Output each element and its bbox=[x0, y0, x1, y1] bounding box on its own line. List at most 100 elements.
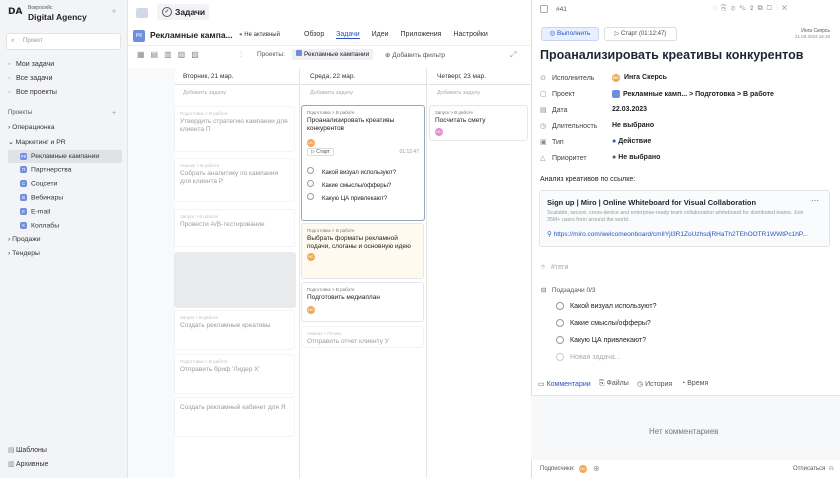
tree-item-operations[interactable]: › Операционка bbox=[8, 124, 55, 131]
link-url[interactable]: ⚲ https://miro.com/welcomeonboard/cmlIYj… bbox=[547, 230, 827, 238]
priority-value[interactable]: ● Не выбрано bbox=[612, 154, 660, 161]
tag-icon: ⌾ bbox=[541, 264, 546, 271]
task-card[interactable]: Подготовка > В работе Выбрать форматы рек… bbox=[301, 223, 424, 279]
day-header: Среда, 22 мар. bbox=[302, 69, 426, 85]
tree-item-marketing[interactable]: ⌄ Маркетинг и PR bbox=[8, 138, 66, 146]
tree-item-webinars[interactable]: В Вебинары bbox=[20, 194, 63, 201]
clock-icon: ◷ bbox=[540, 123, 547, 130]
add-task-button[interactable]: Добавить задачу bbox=[302, 85, 426, 101]
view-switcher-icons[interactable]: ▦▤▥▧▨ bbox=[137, 50, 205, 59]
subtask-item[interactable]: Какие смыслы/офферы? bbox=[556, 319, 651, 327]
priority-icon: △ bbox=[540, 155, 546, 162]
task-card[interactable]: Подготовка > В работе Утвердить стратегию… bbox=[174, 106, 295, 152]
subtask-item[interactable]: Какой визуал используют? bbox=[556, 302, 656, 310]
assignee-avatar: ИС bbox=[307, 139, 315, 147]
project-status[interactable]: ● Не активный bbox=[239, 32, 280, 38]
task-title[interactable]: Проанализировать креативы конкурентов bbox=[540, 48, 803, 62]
nav-my-tasks[interactable]: ◦ Мои задачи bbox=[8, 61, 54, 68]
add-project-icon[interactable]: + bbox=[112, 110, 116, 117]
tab-settings[interactable]: Настройки bbox=[453, 31, 487, 38]
task-card[interactable]: Анализ > В работе Собрать аналитику по ка… bbox=[174, 158, 295, 202]
task-card[interactable]: Анализ > Готово Отправить отчет клиенту У bbox=[301, 326, 424, 348]
task-card-selected[interactable]: Подготовка > В работе Проанализировать к… bbox=[301, 105, 425, 221]
add-subscriber-icon[interactable]: ⊕ bbox=[593, 464, 600, 473]
field-date: ▤ Дата bbox=[540, 107, 568, 114]
project-value[interactable]: Рекламные камп... > Подготовка > В работ… bbox=[612, 90, 774, 98]
day-column-wed: Среда, 22 мар. Добавить задачу bbox=[302, 69, 426, 101]
no-comments-label: Нет комментариев bbox=[649, 427, 719, 436]
tree-item-email[interactable]: E E-mail bbox=[20, 208, 50, 215]
task-description[interactable]: Анализ креативов по ссылке: bbox=[540, 176, 635, 183]
workspace-name[interactable]: Digital Agency bbox=[28, 12, 87, 22]
search-icon: ⌕ bbox=[11, 38, 15, 44]
field-priority: △ Приоритет bbox=[540, 155, 587, 162]
nav-archive[interactable]: ▥Архивные bbox=[8, 460, 48, 468]
nav-templates[interactable]: ▤Шаблоны bbox=[8, 446, 47, 454]
task-card[interactable]: Подготовка > В работе Отправить бриф 'Лид… bbox=[174, 354, 295, 394]
tab-history[interactable]: ◷ История bbox=[637, 380, 672, 388]
new-subtask-input[interactable]: Новая задача... bbox=[556, 353, 621, 361]
user-icon: ◦ bbox=[8, 61, 11, 68]
archive-icon: ▥ bbox=[8, 461, 15, 468]
tree-item-ad-campaigns[interactable]: РК Рекламные кампании bbox=[8, 150, 122, 163]
subtask-item[interactable]: Какую ЦА привлекают? bbox=[556, 336, 646, 344]
start-timer-button[interactable]: ▷ Старт bbox=[307, 148, 334, 156]
field-project: ▢ Проект bbox=[540, 91, 576, 98]
filter-icon[interactable]: ⫶ bbox=[240, 50, 242, 60]
tree-item-tenders[interactable]: › Тендеры bbox=[8, 250, 40, 257]
checkbox-icon[interactable] bbox=[540, 5, 548, 13]
subscriber-avatar[interactable]: ИС bbox=[579, 465, 587, 473]
start-timer-button[interactable]: ▷ Старт (01:12:47) bbox=[604, 27, 677, 41]
project-title[interactable]: Рекламные кампа... bbox=[150, 30, 233, 40]
duration-value[interactable]: Не выбрано bbox=[612, 122, 654, 129]
unsubscribe-button[interactable]: Отписаться bbox=[793, 466, 825, 472]
execute-button[interactable]: ◎ Выполнить bbox=[541, 27, 599, 41]
task-card[interactable]: Запуск > В работе Посчитать смету ИС bbox=[429, 105, 528, 141]
tab-apps[interactable]: Приложения bbox=[401, 31, 442, 38]
tab-time[interactable]: ◔ Время bbox=[681, 380, 708, 387]
tags-field[interactable]: ⌾ #теги bbox=[541, 264, 568, 272]
projects-filter-label: Проекты: bbox=[257, 51, 285, 58]
user-icon: ⊙ bbox=[540, 75, 546, 82]
tab-files[interactable]: ⎘ Файлы bbox=[599, 380, 629, 388]
add-task-button[interactable]: Добавить задачу bbox=[429, 85, 530, 101]
link-description: Scalable, secure, cross-device and enter… bbox=[547, 210, 804, 223]
workspace-logo[interactable]: DA bbox=[8, 7, 22, 17]
date-value[interactable]: 22.03.2023 bbox=[612, 106, 647, 113]
tree-item-partnerships[interactable]: П Партнерства bbox=[20, 166, 72, 173]
assignee-value[interactable]: ИС Инга Скерсь bbox=[612, 74, 667, 82]
task-card[interactable]: Подготовка > В работе Подготовить медиапл… bbox=[301, 282, 424, 322]
day-column-thu: Четверг, 23 мар. Добавить задачу bbox=[429, 69, 530, 101]
subtask-item[interactable]: Какой визуал используют? bbox=[307, 167, 419, 180]
bell-icon[interactable]: ⍾ bbox=[829, 465, 834, 473]
nav-all-tasks[interactable]: ◦ Все задачи bbox=[8, 75, 53, 82]
nav-all-projects[interactable]: ◦ Все проекты bbox=[8, 89, 57, 96]
more-icon[interactable]: ⋯ bbox=[811, 196, 819, 205]
task-card[interactable]: Создать рекламный кабинет для Я bbox=[174, 397, 295, 437]
tab-ideas[interactable]: Идеи bbox=[372, 31, 389, 38]
projects-section-label: Проекты bbox=[8, 110, 33, 116]
add-filter-button[interactable]: ⊕ Добавить фильтр bbox=[385, 51, 445, 59]
task-card[interactable]: Запуск > В работе Создать рекламные креат… bbox=[174, 310, 295, 350]
tree-item-sales[interactable]: › Продажи bbox=[8, 236, 41, 243]
tree-item-social[interactable]: С Соцсети bbox=[20, 180, 57, 187]
subtask-item[interactable]: Какие смыслы/офферы? bbox=[307, 180, 419, 193]
tab-tasks[interactable]: Задачи bbox=[336, 31, 360, 39]
collapse-sidebar-icon[interactable]: « bbox=[112, 8, 116, 15]
project-filter-chip[interactable]: Рекламные кампании bbox=[292, 49, 374, 60]
add-task-button[interactable]: Добавить задачу bbox=[175, 85, 299, 101]
type-value[interactable]: ● Действие bbox=[612, 138, 651, 145]
calendar-icon: ▤ bbox=[540, 107, 547, 114]
subtask-item[interactable]: Какую ЦА привлекают? bbox=[307, 193, 419, 206]
task-card[interactable]: Запуск > В работе Провести A/B-тестирован… bbox=[174, 209, 295, 247]
apps-grid-icon[interactable] bbox=[136, 8, 148, 18]
search-input[interactable]: ⌕ Проект bbox=[6, 33, 121, 50]
tab-overview[interactable]: Обзор bbox=[304, 31, 324, 38]
fullscreen-icon[interactable]: ⤢ bbox=[510, 50, 516, 60]
tree-item-collabs[interactable]: К Коллабы bbox=[20, 222, 59, 229]
panel-toolbar-icons[interactable]: ◌⎘⊘✎⇪⧉▢⋮✕ bbox=[713, 5, 791, 13]
project-avatar: РК bbox=[133, 30, 145, 42]
type-icon: ▣ bbox=[540, 139, 547, 146]
folder-icon: ▢ bbox=[540, 91, 547, 98]
checkmark-icon: ✓ bbox=[162, 7, 172, 17]
